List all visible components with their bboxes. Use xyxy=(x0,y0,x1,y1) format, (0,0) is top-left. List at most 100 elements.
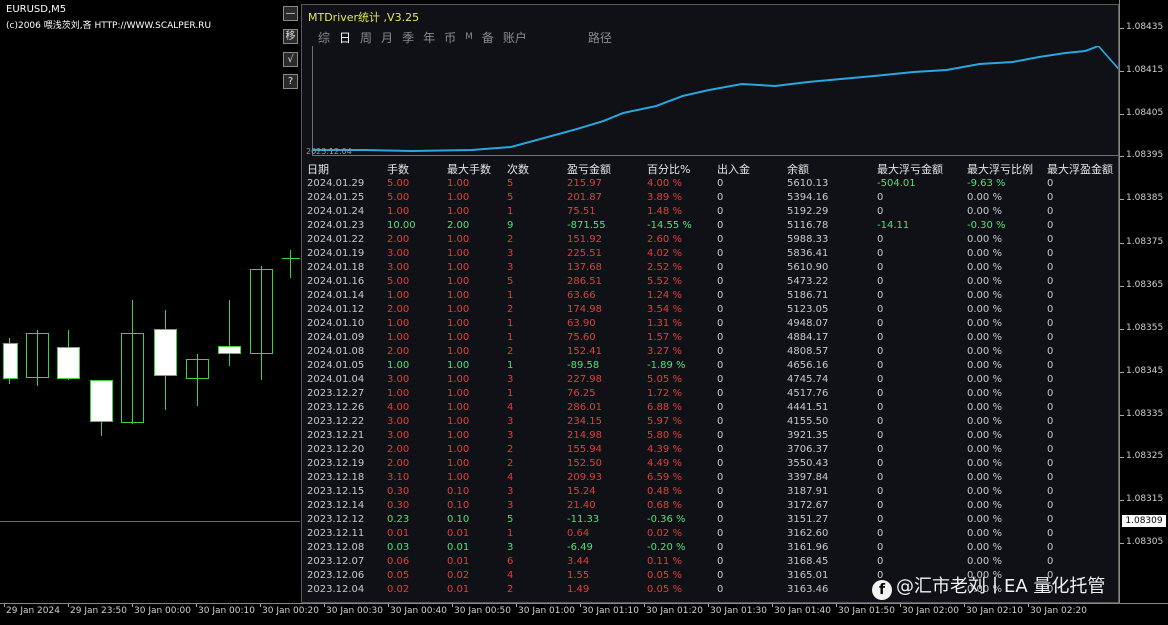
help-button[interactable]: ? xyxy=(283,74,298,89)
table-cell: 2023.12.04 xyxy=(307,584,365,595)
table-cell: 0.00 % xyxy=(967,542,1002,553)
table-cell: 0 xyxy=(717,234,724,245)
table-cell: 2024.01.14 xyxy=(307,290,365,301)
price-tick xyxy=(1120,500,1124,501)
table-cell: 1.00 xyxy=(447,248,470,259)
table-cell: 2024.01.18 xyxy=(307,262,365,273)
col-lots: 手数 xyxy=(387,163,409,176)
table-cell: 5 xyxy=(507,514,514,525)
tab-notes[interactable]: 备 xyxy=(480,29,496,45)
tab-quarter[interactable]: 季 xyxy=(400,29,416,45)
col-max-lots: 最大手数 xyxy=(447,163,491,176)
table-cell: 0 xyxy=(717,206,724,217)
table-cell: 0 xyxy=(717,584,724,595)
tab-account[interactable]: 账户 xyxy=(501,29,529,45)
price-scale[interactable]: 1.08435 1.08415 1.08405 1.08395 1.08385 1.083… xyxy=(1119,0,1168,603)
table-cell: 0.00 % xyxy=(967,318,1002,329)
table-cell: 9 xyxy=(507,220,514,231)
table-cell: 63.90 xyxy=(567,318,596,329)
minimize-button[interactable]: — xyxy=(283,6,298,21)
table-cell: 0.10 xyxy=(447,486,470,497)
table-cell: 5610.13 xyxy=(787,178,829,189)
table-cell: 0.00 % xyxy=(967,458,1002,469)
table-cell: 0.02 % xyxy=(647,528,682,539)
price-tick xyxy=(1120,243,1124,244)
tab-day[interactable]: 日 xyxy=(337,29,353,45)
table-cell: 1.00 xyxy=(447,192,470,203)
panel-title: MTDriver统计 ,V3.25 xyxy=(308,11,420,24)
table-cell: 1.00 xyxy=(447,416,470,427)
table-cell: 0 xyxy=(1047,542,1054,553)
table-cell: 0 xyxy=(717,444,724,455)
table-cell: 0 xyxy=(877,388,884,399)
table-cell: 0.00 % xyxy=(967,192,1002,203)
table-cell: 1.00 xyxy=(447,290,470,301)
table-cell: -14.11 xyxy=(877,220,910,231)
table-cell: 1.00 xyxy=(387,332,410,343)
move-button[interactable]: 移 xyxy=(283,29,298,44)
table-cell: 2023.12.18 xyxy=(307,472,365,483)
time-label: 30 Jan 00:20 xyxy=(262,606,319,616)
copyright-label: (c)2006 喂浅茨刘,吝 HTTP://WWW.SCALPER.RU xyxy=(6,21,212,31)
table-cell: 4 xyxy=(507,570,514,581)
table-cell: 0.30 xyxy=(387,500,410,511)
price-tick xyxy=(1120,286,1124,287)
time-label: 30 Jan 01:10 xyxy=(582,606,639,616)
table-cell: 0.01 xyxy=(447,584,470,595)
table-cell: 1 xyxy=(507,206,514,217)
table-cell: 0.68 % xyxy=(647,500,682,511)
table-cell: 0.00 % xyxy=(967,346,1002,357)
table-cell: -0.30 % xyxy=(967,220,1006,231)
table-cell: 3168.45 xyxy=(787,556,829,567)
time-tick xyxy=(196,604,197,607)
table-cell: 5 xyxy=(507,276,514,287)
table-cell: 1 xyxy=(507,360,514,371)
tab-week[interactable]: 周 xyxy=(358,29,374,45)
table-cell: 76.25 xyxy=(567,388,596,399)
table-cell: 3151.27 xyxy=(787,514,829,525)
time-label: 30 Jan 00:30 xyxy=(326,606,383,616)
table-cell: 1.00 xyxy=(447,458,470,469)
tab-year[interactable]: 年 xyxy=(421,29,437,45)
candle-wick xyxy=(229,300,230,366)
table-cell: 286.51 xyxy=(567,276,602,287)
table-cell: 0 xyxy=(717,262,724,273)
time-axis[interactable]: 29 Jan 2024 29 Jan 23:50 30 Jan 00:00 30 Ja… xyxy=(0,603,1168,625)
table-cell: 3 xyxy=(507,500,514,511)
table-cell: 0.30 xyxy=(387,486,410,497)
table-cell: 0 xyxy=(717,514,724,525)
table-cell: 286.01 xyxy=(567,402,602,413)
table-cell: 6 xyxy=(507,556,514,567)
tab-magic[interactable]: M xyxy=(463,29,475,45)
watermark-text: @汇市老刘丨EA 量化托管 xyxy=(896,576,1106,597)
time-tick xyxy=(516,604,517,607)
table-cell: 0 xyxy=(717,416,724,427)
table-cell: 2023.12.12 xyxy=(307,514,365,525)
tab-month[interactable]: 月 xyxy=(379,29,395,45)
table-cell: 0 xyxy=(1047,528,1054,539)
table-cell: 2.52 % xyxy=(647,262,682,273)
table-cell: 0 xyxy=(877,514,884,525)
table-cell: 1.00 xyxy=(447,472,470,483)
time-label: 30 Jan 01:30 xyxy=(710,606,767,616)
table-cell: 3 xyxy=(507,248,514,259)
table-cell: 1.00 xyxy=(447,388,470,399)
price-chart[interactable]: EURUSD,M5 (c)2006 喂浅茨刘,吝 HTTP://WWW.SCAL… xyxy=(0,0,300,603)
col-max-float-profit: 最大浮盈金额 xyxy=(1047,163,1113,176)
table-cell: 1.00 xyxy=(447,444,470,455)
table-cell: 3 xyxy=(507,416,514,427)
price-label: 1.08315 xyxy=(1126,494,1164,504)
table-cell: 0 xyxy=(1047,220,1054,231)
table-cell: 3921.35 xyxy=(787,430,829,441)
table-cell: 3706.37 xyxy=(787,444,829,455)
table-cell: 2024.01.05 xyxy=(307,360,365,371)
check-button[interactable]: √ xyxy=(283,52,298,67)
time-tick xyxy=(900,604,901,607)
table-cell: 3.00 xyxy=(387,430,410,441)
tab-summary[interactable]: 综 xyxy=(316,29,332,45)
tab-path[interactable]: 路径 xyxy=(586,29,614,45)
table-cell: 0 xyxy=(717,388,724,399)
tab-currency[interactable]: 币 xyxy=(442,29,458,45)
table-cell: 2024.01.08 xyxy=(307,346,365,357)
table-cell: 3 xyxy=(507,486,514,497)
